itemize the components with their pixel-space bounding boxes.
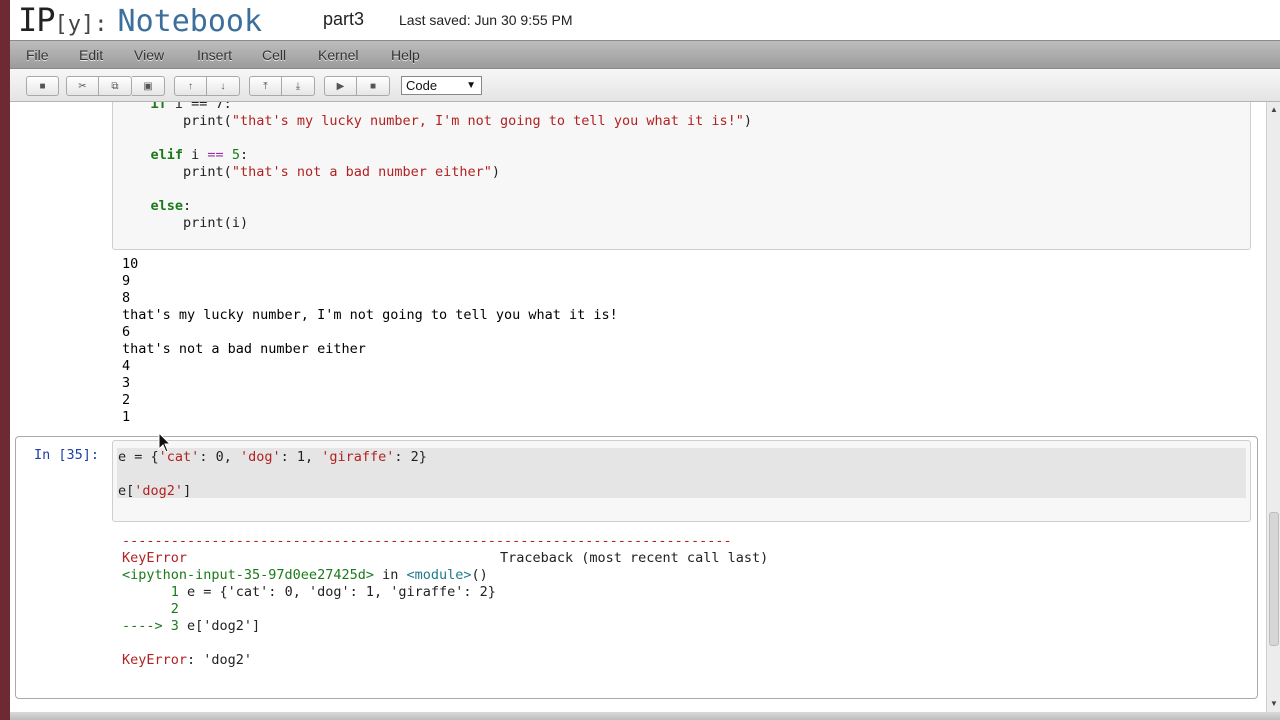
code-line: if i == 7: bbox=[150, 102, 232, 112]
notebook-container[interactable]: if i == 7: print("that's my lucky number… bbox=[10, 102, 1266, 712]
output-line: 8 bbox=[122, 290, 131, 306]
menubar: File Edit View Insert Cell Kernel Help bbox=[10, 40, 1280, 69]
arrow-down-icon: ↓ bbox=[220, 80, 226, 92]
code-line: elif i == 5: bbox=[150, 147, 249, 163]
cell2-input-area[interactable]: e = {'cat': 0, 'dog': 1, 'giraffe': 2} e… bbox=[112, 440, 1251, 522]
arrow-up-icon: ↑ bbox=[188, 80, 193, 92]
output-line: that's my lucky number, I'm not going to… bbox=[122, 307, 618, 323]
output-line: 1 bbox=[122, 409, 131, 425]
run-cell-button[interactable]: ▶ bbox=[324, 76, 357, 96]
output-line: 6 bbox=[122, 324, 131, 340]
logo-notebook-text: Notebook bbox=[117, 4, 263, 39]
interrupt-kernel-button[interactable]: ■ bbox=[357, 76, 390, 96]
insert-above-button[interactable]: ⤒ bbox=[249, 76, 282, 96]
output-line: 3 bbox=[122, 375, 131, 391]
code-line: print(i) bbox=[183, 215, 249, 231]
notebook-scrollbar[interactable]: ▲ ▼ bbox=[1266, 102, 1280, 712]
traceback-label: Traceback (most recent call last) bbox=[500, 550, 769, 566]
menu-kernel[interactable]: Kernel bbox=[318, 47, 358, 63]
insert-below-button[interactable]: ⤓ bbox=[282, 76, 315, 96]
scissors-icon: ✂ bbox=[78, 80, 87, 92]
code-line: print("that's not a bad number either") bbox=[183, 164, 501, 180]
save-icon: ■ bbox=[39, 80, 46, 92]
save-button[interactable]: ■ bbox=[26, 76, 59, 96]
output-line: that's not a bad number either bbox=[122, 341, 366, 357]
notebook-name[interactable]: part3 bbox=[323, 9, 364, 30]
menu-view[interactable]: View bbox=[134, 47, 164, 63]
traceback-code-line-3: ----> 3 e['dog2'] bbox=[122, 618, 261, 634]
window-bottom-edge bbox=[10, 712, 1280, 720]
last-saved-status: Last saved: Jun 30 9:55 PM bbox=[399, 12, 573, 28]
scroll-down-icon[interactable]: ▼ bbox=[1268, 698, 1280, 710]
stop-icon: ■ bbox=[369, 80, 377, 92]
notebook-header: IP [y]: Notebook part3 Last saved: Jun 3… bbox=[10, 0, 1280, 40]
dropdown-arrow-icon: ▼ bbox=[466, 80, 476, 91]
traceback-error-name: KeyError bbox=[122, 550, 188, 566]
move-down-button[interactable]: ↓ bbox=[207, 76, 240, 96]
menu-cell[interactable]: Cell bbox=[262, 47, 286, 63]
output-line: 9 bbox=[122, 273, 131, 289]
insert-below-icon: ⤓ bbox=[295, 80, 301, 92]
output-line: 2 bbox=[122, 392, 131, 408]
code-line: print("that's my lucky number, I'm not g… bbox=[183, 113, 752, 129]
play-icon: ▶ bbox=[336, 80, 345, 92]
traceback-final-error: KeyError: 'dog2' bbox=[122, 652, 253, 668]
cut-button[interactable]: ✂ bbox=[66, 76, 99, 96]
ipython-logo[interactable]: IP [y]: Notebook bbox=[18, 1, 263, 39]
logo-y-text: [y]: bbox=[54, 12, 108, 37]
mouse-cursor-icon bbox=[158, 432, 172, 453]
output-line: 4 bbox=[122, 358, 131, 374]
insert-above-icon: ⤒ bbox=[263, 80, 268, 92]
logo-ip-text: IP bbox=[18, 1, 56, 39]
menu-help[interactable]: Help bbox=[391, 47, 420, 63]
copy-button[interactable]: ⧉ bbox=[99, 76, 132, 96]
paste-icon: ▣ bbox=[143, 80, 153, 92]
code-line: else: bbox=[150, 198, 192, 214]
traceback-code-line-2: 2 bbox=[122, 601, 179, 617]
scroll-up-icon[interactable]: ▲ bbox=[1268, 104, 1280, 116]
traceback-separator: ----------------------------------------… bbox=[122, 533, 732, 549]
move-up-button[interactable]: ↑ bbox=[174, 76, 207, 96]
traceback-code-line-1: 1 e = {'cat': 0, 'dog': 1, 'giraffe': 2} bbox=[122, 584, 496, 600]
code-line: e['dog2'] bbox=[118, 483, 192, 499]
cell1-input-area[interactable]: if i == 7: print("that's my lucky number… bbox=[112, 102, 1251, 250]
menu-edit[interactable]: Edit bbox=[79, 47, 103, 63]
cell-type-value: Code bbox=[406, 78, 438, 93]
toolbar: ■ ✂ ⧉ ▣ ↑ ↓ ⤒ ⤓ ▶ ■ Code ▼ bbox=[10, 69, 1280, 102]
output-line: 10 bbox=[122, 256, 139, 272]
desktop-background bbox=[0, 0, 10, 720]
menu-file[interactable]: File bbox=[26, 47, 49, 63]
menu-insert[interactable]: Insert bbox=[197, 47, 232, 63]
traceback-file-line: <ipython-input-35-97d0ee27425d> in <modu… bbox=[122, 567, 488, 583]
cell-type-select[interactable]: Code ▼ bbox=[401, 76, 482, 95]
cell2-input-prompt: In [35]: bbox=[34, 447, 100, 463]
scrollbar-thumb[interactable] bbox=[1269, 512, 1279, 646]
copy-icon: ⧉ bbox=[111, 80, 119, 92]
paste-button[interactable]: ▣ bbox=[132, 76, 165, 96]
